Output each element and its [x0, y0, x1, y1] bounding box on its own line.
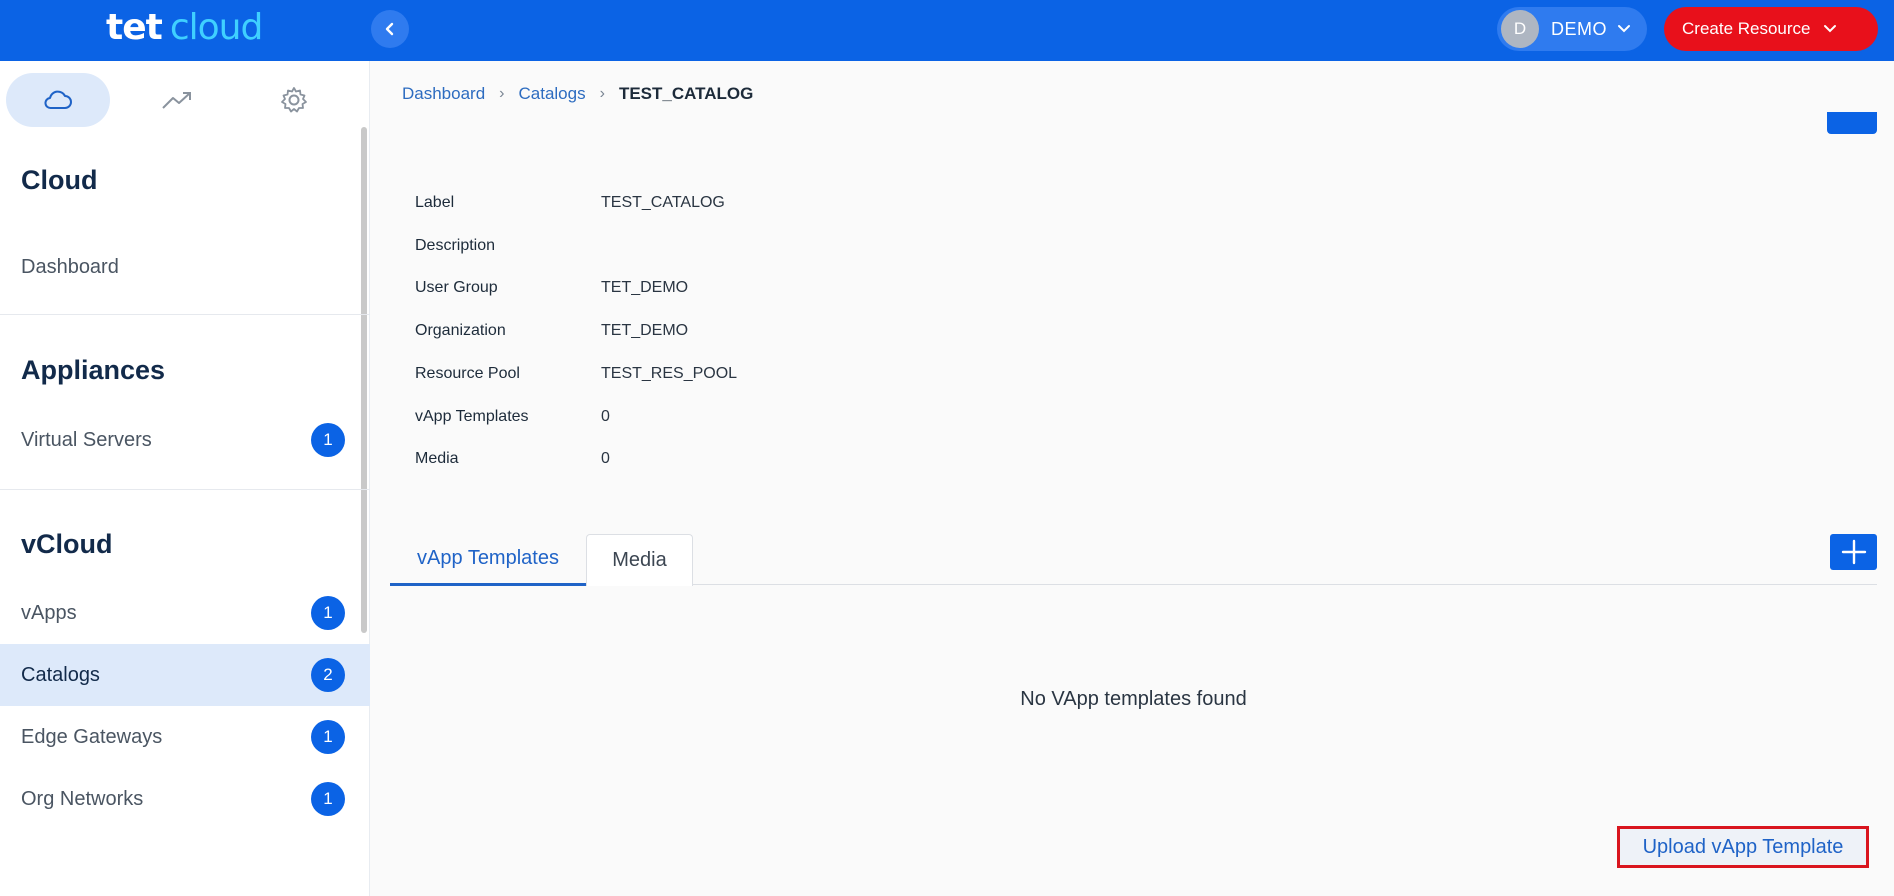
collapse-sidebar-button[interactable]	[371, 10, 409, 48]
sidebar: Cloud Dashboard Appliances Virtual Serve…	[0, 61, 370, 896]
add-button[interactable]	[1830, 534, 1877, 570]
tab-vapp-templates[interactable]: vApp Templates	[390, 534, 586, 586]
cloud-icon	[44, 90, 72, 109]
chevron-down-icon	[1618, 25, 1630, 33]
create-resource-label: Create Resource	[1682, 19, 1811, 38]
sidebar-item-edge-gateways[interactable]: Edge Gateways 1	[0, 706, 370, 768]
sidebar-item-label: vApps	[21, 601, 77, 624]
divider	[0, 489, 370, 490]
sidebar-item-label: Org Networks	[21, 787, 144, 810]
count-badge: 1	[311, 423, 345, 457]
sidebar-tabs	[0, 61, 370, 127]
detail-value: TET_DEMO	[601, 279, 689, 296]
create-resource-button[interactable]: Create Resource	[1664, 7, 1878, 51]
logo-text-cloud: cloud	[169, 7, 263, 48]
sidebar-item-virtual-servers[interactable]: Virtual Servers 1	[0, 409, 370, 471]
upload-vapp-template-button[interactable]: Upload vApp Template	[1617, 826, 1869, 868]
sidebar-item-label: Catalogs	[21, 663, 100, 686]
sidebar-item-dashboard[interactable]: Dashboard	[0, 236, 370, 298]
detail-value: TEST_CATALOG	[601, 194, 725, 211]
user-menu[interactable]: D DEMO	[1497, 7, 1647, 51]
count-badge: 2	[311, 658, 345, 692]
chevron-down-icon	[1823, 25, 1836, 33]
sidebar-item-catalogs[interactable]: Catalogs 2	[0, 644, 370, 706]
empty-state-message: No VApp templates found	[1020, 688, 1247, 710]
count-badge: 1	[311, 596, 345, 630]
detail-value: 0	[601, 408, 610, 425]
detail-value: TEST_RES_POOL	[601, 365, 738, 382]
tab-media[interactable]: Media	[586, 534, 693, 586]
breadcrumb-dashboard[interactable]: Dashboard	[402, 84, 485, 104]
plus-icon	[1841, 539, 1866, 565]
sidebar-item-vapps[interactable]: vApps 1	[0, 582, 370, 644]
detail-label: Label	[415, 194, 455, 211]
detail-label: Resource Pool	[415, 365, 520, 382]
chevron-left-icon	[385, 22, 394, 36]
section-title-cloud: Cloud	[21, 165, 98, 195]
sidebar-item-org-networks[interactable]: Org Networks 1	[0, 768, 370, 830]
logo[interactable]: tet cloud	[106, 7, 263, 48]
tab-analytics[interactable]	[125, 73, 229, 127]
breadcrumb: Dashboard › Catalogs › TEST_CATALOG	[402, 84, 753, 104]
detail-label: vApp Templates	[415, 408, 529, 425]
sidebar-scrollbar[interactable]	[361, 127, 367, 633]
breadcrumb-current: TEST_CATALOG	[618, 84, 754, 103]
detail-value: 0	[601, 450, 610, 467]
breadcrumb-catalogs[interactable]: Catalogs	[519, 84, 586, 104]
sidebar-item-label: Virtual Servers	[21, 428, 152, 451]
gear-icon	[281, 87, 307, 113]
detail-label: User Group	[415, 279, 498, 296]
section-title-appliances: Appliances	[21, 355, 166, 385]
sidebar-item-label: Dashboard	[21, 255, 119, 278]
divider	[0, 314, 370, 315]
breadcrumb-separator: ›	[499, 85, 505, 102]
trending-icon	[162, 92, 191, 109]
sidebar-item-label: Edge Gateways	[21, 725, 163, 748]
tab-cloud[interactable]	[6, 73, 110, 127]
count-badge: 1	[311, 720, 345, 754]
detail-label: Organization	[415, 322, 506, 339]
count-badge: 1	[311, 782, 345, 816]
action-button-edge[interactable]	[1827, 112, 1877, 134]
detail-label: Media	[415, 450, 459, 467]
logo-text-tet: tet	[106, 7, 163, 48]
top-bar: tet cloud D DEMO Create Resource	[0, 0, 1894, 61]
section-title-vcloud: vCloud	[21, 529, 113, 559]
detail-label: Description	[415, 237, 496, 254]
avatar: D	[1501, 10, 1539, 48]
user-name: DEMO	[1551, 18, 1607, 39]
breadcrumb-separator: ›	[599, 85, 605, 102]
tab-settings[interactable]	[242, 73, 346, 127]
detail-value: TET_DEMO	[601, 322, 689, 339]
